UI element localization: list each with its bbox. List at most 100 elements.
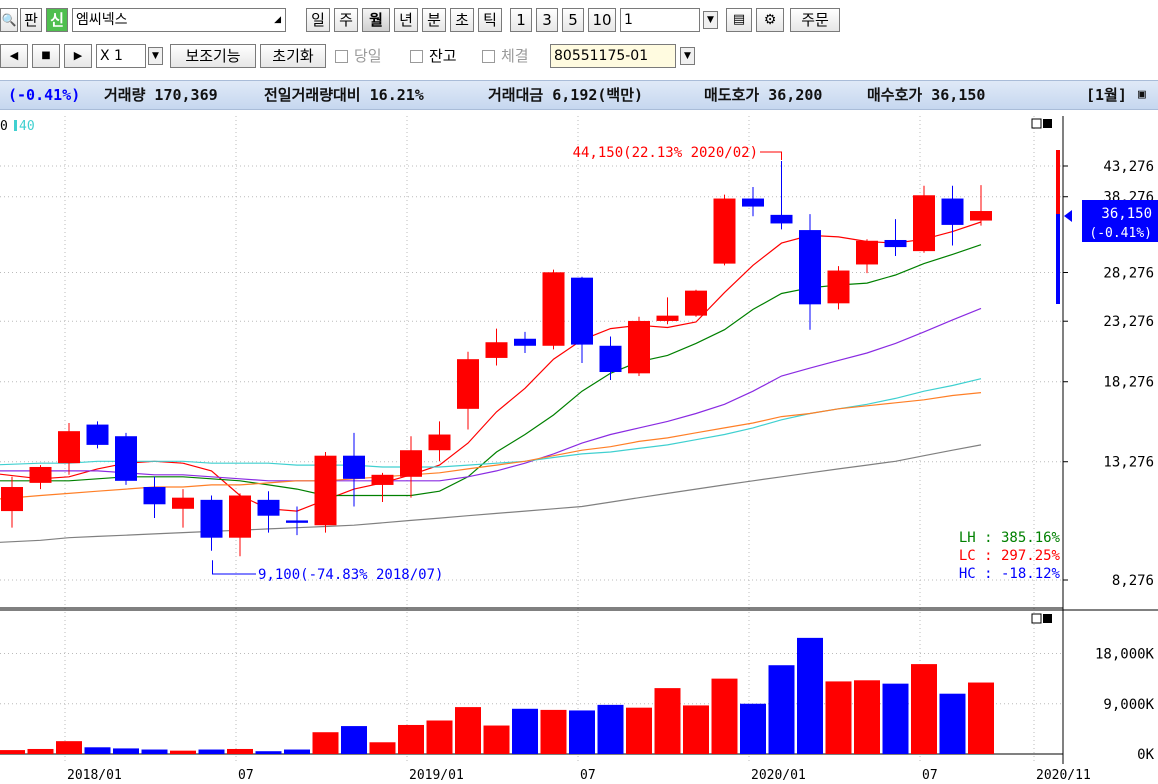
candlestick — [86, 421, 109, 449]
stop-icon[interactable]: ■ — [32, 44, 60, 68]
candlestick — [827, 266, 850, 310]
volume-bar — [341, 726, 367, 754]
candle-body — [485, 342, 508, 358]
order-button[interactable]: 주문 — [790, 8, 840, 32]
period-tick-button[interactable]: 틱 — [478, 8, 502, 32]
volume-tick-label: 0K — [1137, 747, 1154, 763]
count-input[interactable]: 1 — [620, 8, 700, 32]
time-axis-label: 2020/11 — [1036, 768, 1091, 783]
candle-body — [884, 239, 907, 248]
gear-icon[interactable]: ⚙ — [756, 8, 784, 32]
volume-bar — [939, 693, 966, 754]
count-3-button[interactable]: 3 — [536, 8, 558, 32]
candlestick — [257, 491, 280, 533]
high-arrow — [760, 151, 782, 160]
volume-bar — [854, 680, 880, 754]
candlestick — [542, 269, 565, 350]
price-tick-label: 28,276 — [1103, 266, 1154, 282]
period-day-button[interactable]: 일 — [306, 8, 330, 32]
volume-bar — [255, 751, 282, 754]
volume-bar — [84, 747, 111, 754]
minimize-volume-panel-icon[interactable] — [1031, 613, 1042, 624]
minimize-panel-icon[interactable] — [1031, 118, 1042, 129]
candle-body — [656, 315, 679, 321]
candle-body — [685, 290, 707, 316]
candlestick — [428, 421, 451, 462]
volume-bar — [426, 720, 453, 754]
candlestick — [514, 331, 536, 353]
count-10-button[interactable]: 10 — [588, 8, 616, 32]
period-year-button[interactable]: 년 — [394, 8, 418, 32]
candle-body — [343, 455, 365, 479]
candlestick — [713, 194, 736, 266]
today-label: 당일 — [354, 47, 382, 65]
candle-body — [713, 198, 736, 264]
quote-info-bar: (-0.41%) 거래량 170,369 전일거래량대비 16.21% 거래대금… — [0, 80, 1158, 110]
scroll-right-icon[interactable]: ▶ — [64, 44, 92, 68]
volume-bar — [911, 664, 937, 754]
volume-axis: 18,000K 9,000K 0K — [1095, 647, 1155, 764]
volume-bar — [56, 741, 82, 754]
candle-body — [29, 466, 52, 483]
volume-tick-label: 9,000K — [1103, 697, 1154, 713]
candlestick — [799, 214, 821, 330]
candlestick — [599, 336, 622, 381]
candle-body — [571, 277, 593, 345]
window-toggle-icon[interactable]: ▣ — [1138, 81, 1146, 109]
stock-name-input[interactable]: 엠씨넥스 ◢ — [72, 8, 286, 32]
volume-bar — [882, 683, 909, 754]
price-range-down-bar — [1056, 214, 1060, 304]
account-select[interactable]: 80551175-01 — [550, 44, 676, 68]
balance-checkbox[interactable] — [410, 50, 423, 63]
tab-sin[interactable]: 신 — [46, 8, 68, 32]
volume-bar — [654, 688, 681, 754]
scroll-left-icon[interactable]: ◀ — [0, 44, 28, 68]
candle-body — [371, 474, 394, 485]
volume-bar — [512, 708, 538, 754]
candlestick — [485, 328, 508, 366]
candlestick — [742, 186, 764, 217]
lc-stat: LC : 297.25% — [959, 548, 1061, 564]
chevron-down-icon[interactable]: ▼ — [703, 11, 718, 29]
close-panel-icon[interactable] — [1043, 119, 1052, 128]
reset-button[interactable]: 초기화 — [260, 44, 326, 68]
tab-pan[interactable]: 판 — [20, 8, 42, 32]
candle-body — [143, 487, 166, 505]
close-volume-panel-icon[interactable] — [1043, 614, 1052, 623]
volume-text: 거래량 170,369 — [104, 86, 218, 104]
ask-price: 매도호가 36,200 — [704, 86, 823, 104]
chevron-down-icon[interactable]: ▼ — [148, 47, 163, 65]
count-1-button[interactable]: 1 — [510, 8, 532, 32]
stock-name: 엠씨넥스 — [76, 12, 128, 28]
count-5-button[interactable]: 5 — [562, 8, 584, 32]
candle-body — [1, 487, 23, 512]
ma40-legend-label: 40 — [19, 119, 35, 134]
period-second-button[interactable]: 초 — [450, 8, 474, 32]
period-month-button[interactable]: 월 — [362, 8, 390, 32]
candle-body — [970, 211, 992, 221]
candlestick — [115, 432, 137, 485]
low-arrow — [212, 560, 256, 575]
period-week-button[interactable]: 주 — [334, 8, 358, 32]
time-axis-label: 2018/01 — [67, 768, 122, 783]
price-tick-label: 43,276 — [1103, 159, 1154, 175]
candlestick — [172, 489, 194, 528]
secondary-toolbar: ◀ ■ ▶ X 1 ▼ 보조기능 초기화 당일 잔고 체결 80551175-0… — [0, 40, 1158, 76]
lh-stat: LH : 385.16% — [959, 530, 1061, 546]
volume-bar — [0, 750, 25, 754]
candlestick — [229, 493, 251, 557]
candle-body — [115, 436, 137, 481]
today-checkbox[interactable] — [335, 50, 348, 63]
candle-body — [172, 497, 194, 509]
chevron-down-icon[interactable]: ▼ — [680, 47, 695, 65]
price-tick-label: 23,276 — [1103, 314, 1154, 330]
search-icon[interactable]: 🔍 — [0, 8, 18, 32]
execution-checkbox[interactable] — [482, 50, 495, 63]
candle-body — [229, 495, 251, 538]
candlestick — [970, 185, 992, 226]
multiplier-input[interactable]: X 1 — [96, 44, 146, 68]
period-minute-button[interactable]: 분 — [422, 8, 446, 32]
aux-function-button[interactable]: 보조기능 — [170, 44, 256, 68]
chart-grid — [0, 116, 1063, 764]
save-icon[interactable]: ▤ — [726, 8, 752, 32]
